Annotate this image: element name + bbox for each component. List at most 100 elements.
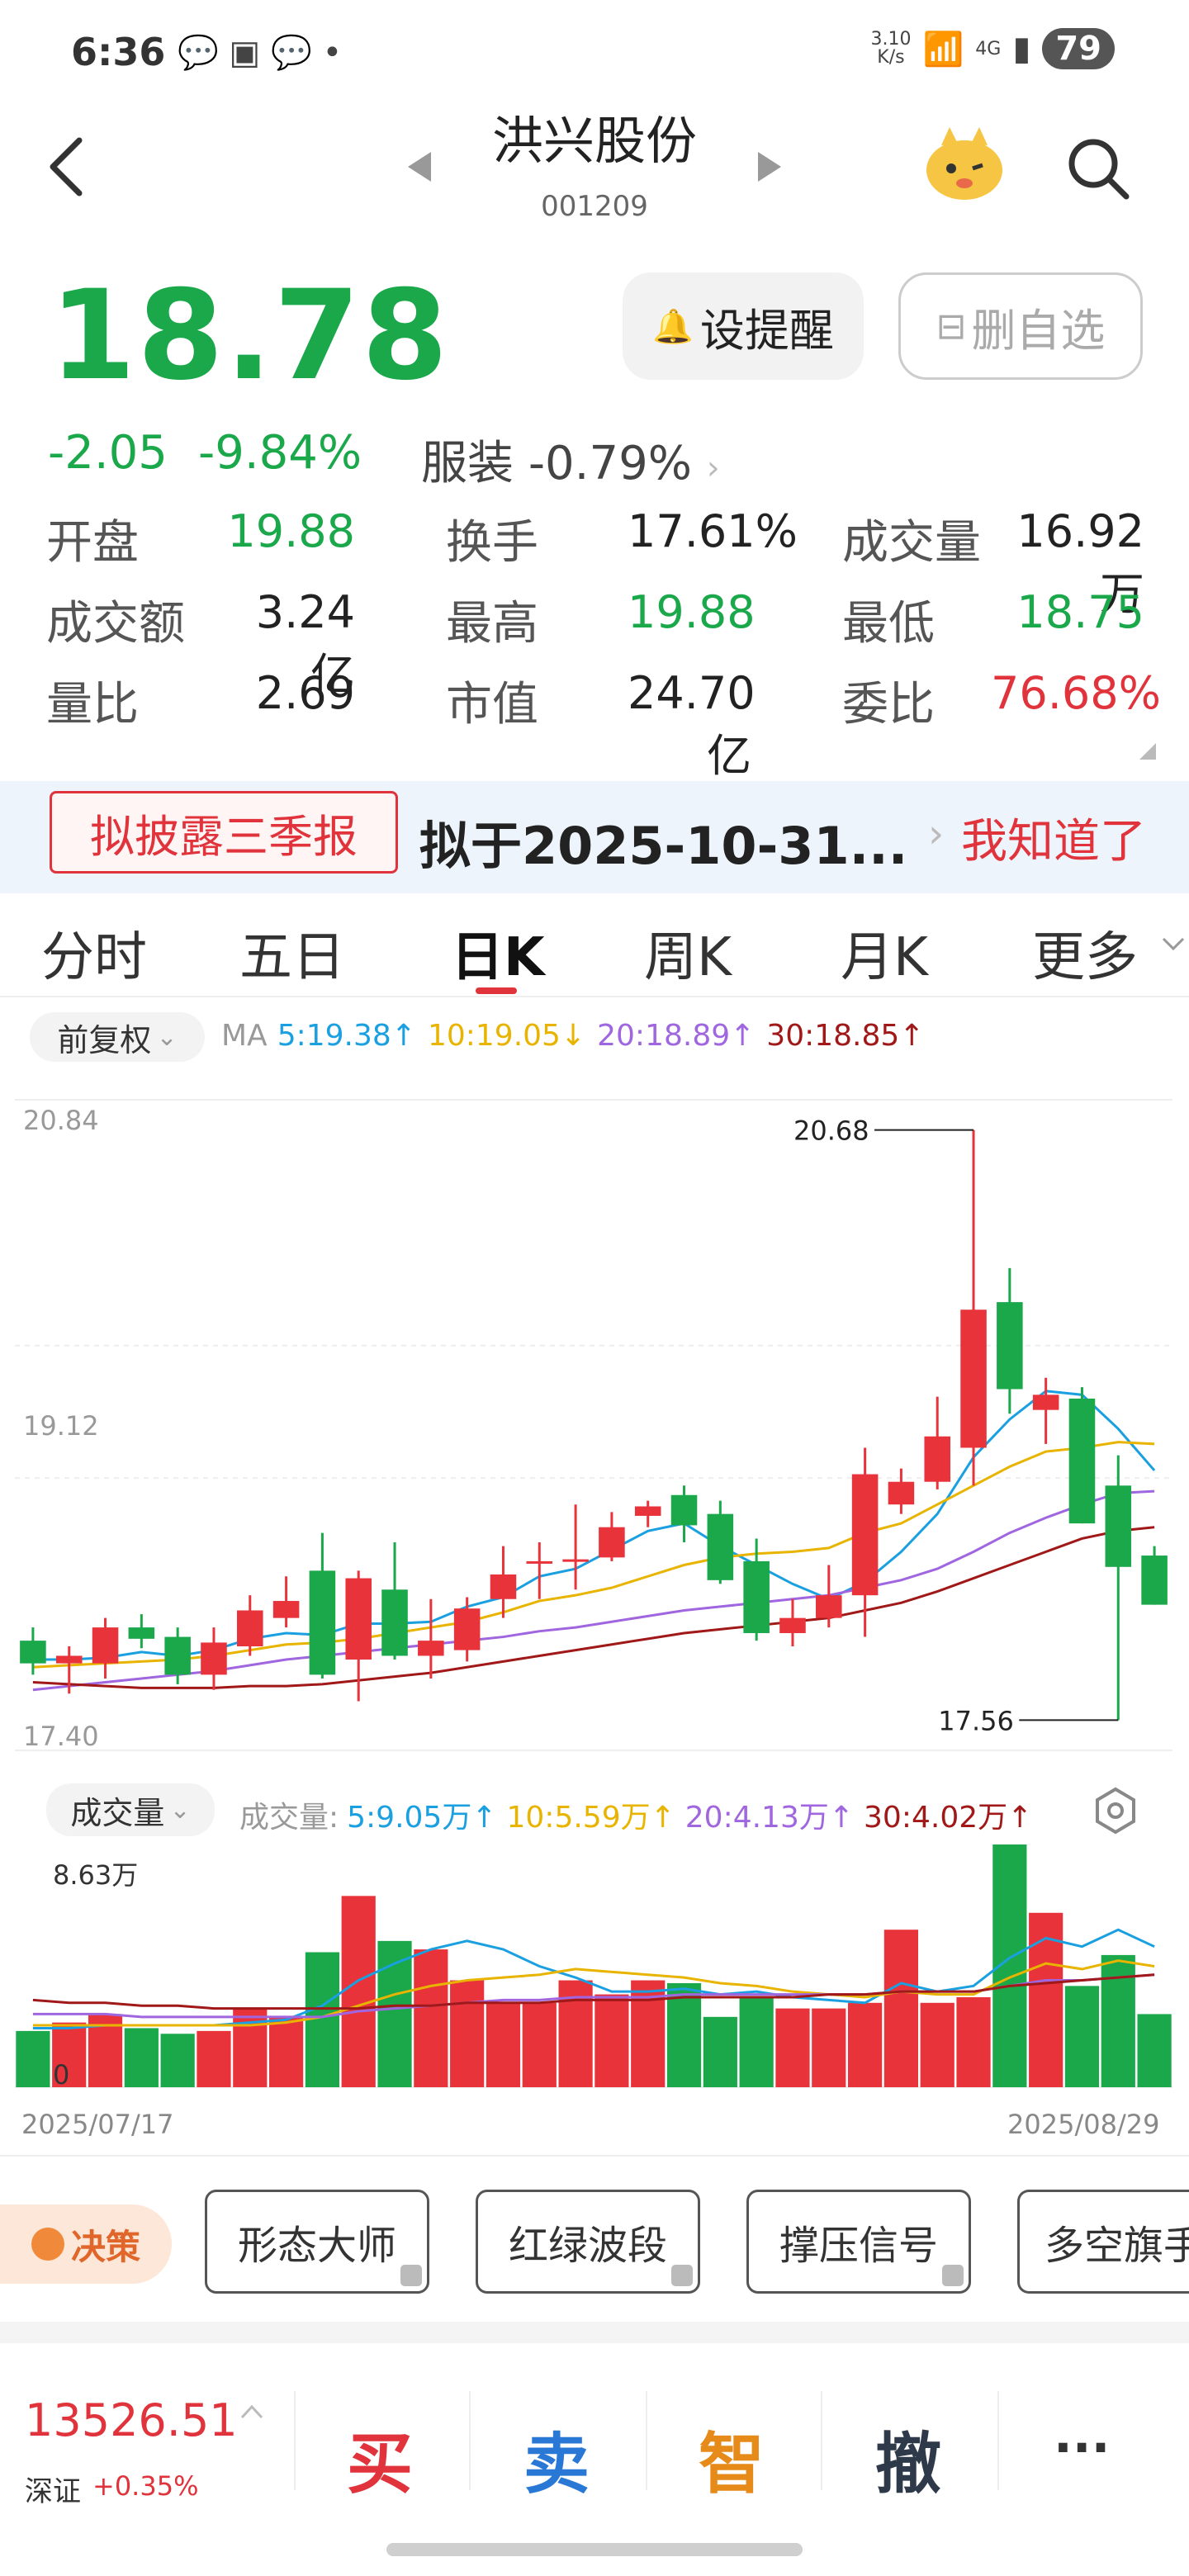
indicator-dropdown[interactable]: 成交量 ⌄ bbox=[46, 1783, 215, 1836]
strategy-button[interactable]: 撑压信号 bbox=[746, 2190, 971, 2294]
tab-0[interactable]: 分时 bbox=[41, 915, 147, 991]
notice-text[interactable]: 拟于2025-10-31... bbox=[419, 804, 907, 878]
volume-legend: 成交量: 5:9.05万↑ 10:5.59万↑ 20:4.13万↑ 30:4.02万↑ bbox=[239, 1793, 1032, 1836]
volume-bar bbox=[812, 2008, 846, 2087]
strategy-button[interactable]: 多空旗手 bbox=[1017, 2190, 1189, 2294]
candle-body bbox=[164, 1636, 191, 1675]
action-button-3[interactable]: 撤 bbox=[875, 2411, 941, 2507]
candlestick-chart[interactable]: 20.84 19.12 17.40 20.68 17.56 bbox=[0, 1073, 1189, 1775]
volume-bar bbox=[1101, 1954, 1135, 2087]
network-type: 4G bbox=[975, 38, 1002, 59]
candle-body bbox=[418, 1641, 444, 1656]
tab-2[interactable]: 日K bbox=[451, 915, 545, 991]
action-button-4[interactable]: ··· bbox=[1054, 2419, 1110, 2477]
lock-icon bbox=[942, 2265, 964, 2286]
sector-link[interactable]: 服装 -0.79% › bbox=[421, 426, 720, 493]
notice-tag: 拟披露三季报 bbox=[50, 791, 398, 874]
volume-bar bbox=[233, 2008, 268, 2087]
volume-bar bbox=[197, 2030, 231, 2087]
volume-ma-value: 10:5.59万↑ bbox=[506, 1801, 675, 1835]
volume-prefix: 成交量: bbox=[239, 1801, 339, 1835]
stock-name: 洪兴股份 bbox=[491, 111, 697, 171]
strategy-button-label: 红绿波段 bbox=[508, 2223, 667, 2269]
chevron-down-icon[interactable] bbox=[1161, 936, 1186, 953]
expand-corner-icon[interactable] bbox=[1139, 743, 1156, 760]
stock-code: 001209 bbox=[541, 190, 648, 223]
decision-badge[interactable]: 决策 bbox=[0, 2204, 172, 2284]
adjust-mode-label: 前复权 bbox=[57, 1021, 152, 1058]
candle-body bbox=[888, 1481, 915, 1505]
candle-body bbox=[562, 1559, 589, 1562]
ma-line-ma10 bbox=[32, 1441, 1155, 1669]
stat-value: 2.69 bbox=[255, 667, 355, 719]
chevron-up-icon[interactable] bbox=[239, 2403, 264, 2421]
stat-value: 19.88 bbox=[628, 586, 756, 638]
status-time: 6:36 bbox=[71, 30, 166, 74]
candle-body bbox=[779, 1617, 806, 1633]
volume-ma-value: 5:9.05万↑ bbox=[347, 1801, 497, 1835]
decision-label: 决策 bbox=[70, 2226, 140, 2267]
volume-bar bbox=[124, 2028, 159, 2087]
search-icon[interactable] bbox=[1065, 135, 1131, 201]
volume-bar bbox=[160, 2034, 195, 2087]
end-date: 2025/08/29 bbox=[1007, 2109, 1160, 2140]
volume-bar bbox=[956, 1996, 991, 2087]
ma-value: 20:18.89↑ bbox=[597, 1019, 756, 1053]
index-change: +0.35% bbox=[92, 2470, 199, 2502]
divider bbox=[0, 2322, 1189, 2343]
remove-watchlist-button[interactable]: ⊟ 删自选 bbox=[898, 272, 1143, 380]
tab-1[interactable]: 五日 bbox=[239, 915, 345, 991]
chevron-down-icon: ⌄ bbox=[169, 1795, 191, 1825]
candle-body bbox=[851, 1474, 879, 1596]
candle-body bbox=[924, 1436, 950, 1482]
dismiss-notice-button[interactable]: 我知道了 bbox=[961, 804, 1146, 871]
volume-ma-value: 30:4.02万↑ bbox=[864, 1801, 1033, 1835]
y-axis-label: 19.12 bbox=[23, 1410, 99, 1442]
volume-ma-value: 20:4.13万↑ bbox=[685, 1801, 855, 1835]
volume-bar bbox=[920, 2002, 955, 2087]
sector-name: 服装 bbox=[421, 437, 514, 490]
stat-label: 开盘 bbox=[46, 516, 139, 570]
ma-value: 5:19.38↑ bbox=[277, 1019, 416, 1053]
next-stock-icon[interactable] bbox=[756, 150, 783, 183]
strategy-button[interactable]: 形态大师 bbox=[205, 2190, 429, 2294]
stat-value: 76.68% bbox=[991, 667, 1161, 719]
price-change-pct: -9.84% bbox=[198, 426, 362, 480]
strategy-button-label: 形态大师 bbox=[237, 2223, 396, 2269]
stat-value: 18.75 bbox=[1016, 586, 1144, 638]
tab-3[interactable]: 周K bbox=[644, 915, 732, 991]
strategy-button[interactable]: 红绿波段 bbox=[476, 2190, 700, 2294]
y-axis-label: 20.84 bbox=[23, 1105, 99, 1136]
chevron-right-icon: › bbox=[928, 811, 945, 857]
stat-label: 市值 bbox=[446, 678, 538, 732]
ma-value: 10:19.05↓ bbox=[427, 1019, 586, 1053]
mascot-icon[interactable] bbox=[921, 124, 1007, 203]
candle-body bbox=[1105, 1485, 1132, 1567]
home-indicator[interactable] bbox=[386, 2543, 803, 2556]
ma-legend: MA 5:19.38↑ 10:19.05↓ 20:18.89↑ 30:18.85↑ bbox=[221, 1019, 924, 1053]
action-button-2[interactable]: 智 bbox=[699, 2411, 765, 2507]
wifi-icon: 📶 bbox=[922, 30, 964, 69]
adjust-mode-dropdown[interactable]: 前复权 ⌄ bbox=[30, 1012, 205, 1062]
divider bbox=[294, 2391, 296, 2490]
candle-body bbox=[816, 1595, 842, 1618]
start-date: 2025/07/17 bbox=[21, 2109, 174, 2140]
volume-bar bbox=[450, 1980, 485, 2087]
stat-label: 最高 bbox=[446, 597, 538, 651]
tab-5[interactable]: 更多 bbox=[1032, 915, 1138, 991]
stat-label: 最低 bbox=[842, 597, 935, 651]
set-alert-button[interactable]: 🔔 设提醒 bbox=[623, 272, 864, 380]
volume-bar bbox=[594, 1994, 629, 2087]
action-button-0[interactable]: 买 bbox=[347, 2411, 413, 2507]
settings-icon[interactable] bbox=[1092, 1787, 1139, 1835]
stat-label: 量比 bbox=[46, 678, 139, 732]
candle-body bbox=[345, 1578, 372, 1660]
candle-body bbox=[960, 1309, 987, 1448]
action-button-1[interactable]: 卖 bbox=[523, 2411, 590, 2507]
volume-chart[interactable]: 8.63万 0 bbox=[0, 1841, 1189, 2097]
index-value[interactable]: 13526.51 bbox=[25, 2394, 238, 2446]
candle-body bbox=[381, 1589, 408, 1656]
tab-4[interactable]: 月K bbox=[841, 915, 928, 991]
strategy-button-label: 多空旗手 bbox=[1045, 2223, 1189, 2269]
current-price: 18.78 bbox=[50, 264, 450, 408]
